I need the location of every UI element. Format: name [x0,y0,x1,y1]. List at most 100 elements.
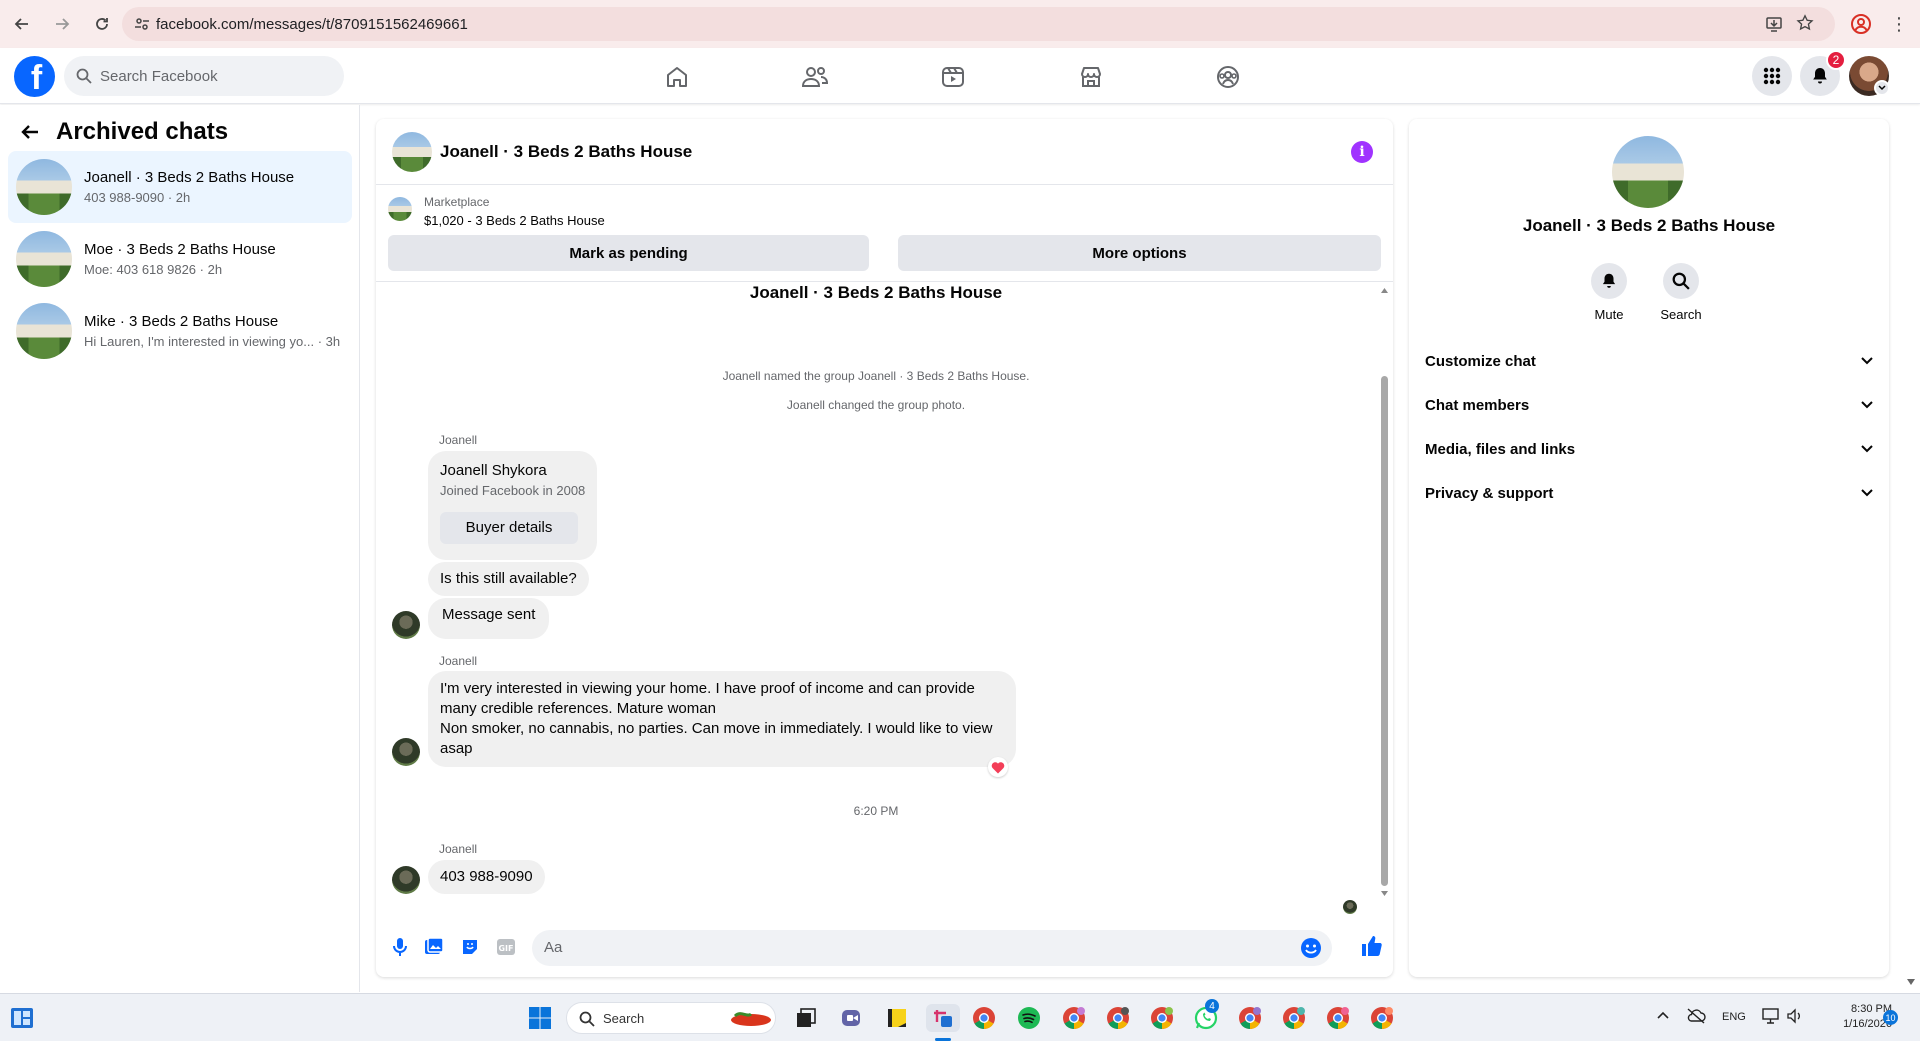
group-avatar[interactable] [1612,136,1684,208]
teams-icon[interactable] [838,1004,866,1032]
chrome-profile-icon[interactable] [1324,1004,1352,1032]
chrome-icon[interactable] [970,1004,998,1032]
message-bubble: Message sent [428,598,550,639]
customize-chat-section[interactable]: Customize chat [1425,343,1873,379]
profile-icon[interactable] [1850,13,1872,35]
section-label: Media, files and links [1425,440,1576,458]
section-label: Privacy & support [1425,484,1554,502]
conversation-title[interactable]: Joanell · 3 Beds 2 Baths House [440,142,692,162]
cloud-offline-icon[interactable] [1686,1008,1706,1024]
marketplace-label: Marketplace [424,195,490,209]
network-icon[interactable] [1762,1007,1782,1025]
groups-icon[interactable] [1213,62,1243,92]
message-bubble: 403 988-9090 [428,860,545,894]
chrome-profile-icon[interactable] [1236,1004,1264,1032]
chrome-profile-icon[interactable] [1104,1004,1132,1032]
search-placeholder: Search Facebook [100,67,218,85]
microphone-icon[interactable] [392,937,408,957]
task-view-icon[interactable] [792,1004,820,1032]
media-files-links-section[interactable]: Media, files and links [1425,431,1873,467]
message-line: I'm very interested in viewing your home… [440,680,975,697]
message-input[interactable]: Aa [532,930,1332,966]
mark-as-pending-button[interactable]: Mark as pending [388,235,869,271]
listing-title[interactable]: $1,020 - 3 Beds 2 Baths House [424,213,605,228]
marketplace-icon[interactable] [1076,62,1106,92]
thread-title: Joanell · 3 Beds 2 Baths House [749,283,1003,302]
notification-badge: 2 [1826,50,1846,70]
site-info-icon[interactable] [134,16,150,32]
chrome-profile-icon[interactable] [1148,1004,1176,1032]
back-arrow-icon[interactable] [20,122,40,142]
chevron-up-icon[interactable] [1656,1010,1670,1020]
more-options-button[interactable]: More options [898,235,1381,271]
buyer-joined: Joined Facebook in 2008 [440,483,586,498]
chat-members-section[interactable]: Chat members [1425,387,1873,423]
taskbar-search-label: Search [603,1011,645,1026]
home-icon[interactable] [662,62,692,92]
language-indicator[interactable]: ENG [1722,1011,1746,1023]
sender-avatar[interactable] [392,738,420,766]
bell-icon [1813,68,1827,84]
chat-preview: Moe: 403 618 9826 · 2h [84,262,223,277]
widgets-icon[interactable] [8,1004,36,1032]
chat-avatar [16,303,72,359]
chrome-profile-icon[interactable] [1368,1004,1396,1032]
chat-item-mike[interactable]: Mike · 3 Beds 2 Baths House Hi Lauren, I… [8,295,352,367]
friends-icon[interactable] [800,62,830,92]
chat-item-joanell[interactable]: Joanell · 3 Beds 2 Baths House 403 988-9… [8,151,352,223]
chevron-down-icon[interactable] [1874,80,1890,96]
thumbs-up-icon[interactable] [1359,934,1383,958]
sender-name: Joanell [439,654,478,668]
windows-start-icon[interactable] [526,1004,554,1032]
search-label: Search [1660,307,1702,322]
chrome-profile-icon[interactable] [1060,1004,1088,1032]
taskbar-search[interactable]: Search [566,1002,776,1034]
sender-avatar[interactable] [392,611,420,639]
menu-grid-icon[interactable] [1752,56,1792,96]
sender-avatar[interactable] [392,866,420,894]
system-message: Joanell changed the group photo. [786,398,966,412]
photo-icon[interactable] [424,937,444,957]
mute-button[interactable] [1591,263,1627,299]
notification-center-badge[interactable]: 10 [1883,1010,1898,1025]
group-name: Joanell · 3 Beds 2 Baths House [1522,216,1776,235]
address-bar[interactable]: facebook.com/messages/t/8709151562469661 [122,7,1835,41]
page-scroll-down-icon[interactable] [1906,978,1916,986]
facebook-search-input[interactable]: Search Facebook [64,56,344,96]
privacy-support-section[interactable]: Privacy & support [1425,475,1873,511]
chat-item-moe[interactable]: Moe · 3 Beds 2 Baths House Moe: 403 618 … [8,223,352,295]
clock-date: 1/16/2026 [1843,1018,1892,1030]
scrollbar[interactable] [1380,283,1389,903]
chat-name: Moe · 3 Beds 2 Baths House [84,241,276,258]
clock[interactable]: 8:30 PM 1/16/2026 [1812,1002,1892,1032]
search-highlight-icon [729,1008,773,1030]
install-app-icon[interactable] [1765,15,1783,33]
back-icon[interactable] [8,10,36,38]
sticky-notes-icon[interactable] [883,1004,911,1032]
forward-icon[interactable] [48,10,76,38]
search-in-chat-button[interactable] [1663,263,1699,299]
video-icon[interactable] [938,62,968,92]
info-icon[interactable]: i [1351,141,1373,163]
emoji-icon[interactable] [1300,937,1322,959]
bookmark-star-icon[interactable] [1796,14,1814,32]
spotify-icon[interactable] [1015,1004,1043,1032]
windows-taskbar: Search 4 ENG 8:30 PM 1/16/2026 10 [0,993,1920,1041]
gif-icon[interactable]: GIF [496,938,516,956]
buyer-details-button[interactable]: Buyer details [440,512,578,544]
heart-reaction-icon[interactable] [988,757,1008,777]
archived-chats-panel: Archived chats Joanell · 3 Beds 2 Baths … [0,105,360,992]
sender-name: Joanell [439,433,478,447]
snipping-tool-icon[interactable] [926,1004,960,1032]
browser-menu-icon[interactable]: ⋮ [1890,14,1908,35]
conversation-avatar[interactable] [392,132,432,172]
volume-icon[interactable] [1786,1008,1804,1024]
facebook-logo[interactable]: f [14,56,55,97]
bell-icon [1602,273,1616,288]
sticker-icon[interactable] [460,937,480,957]
reload-icon[interactable] [88,10,116,38]
mute-label: Mute [1594,307,1624,322]
chevron-down-icon [1861,489,1873,497]
chrome-profile-icon[interactable] [1280,1004,1308,1032]
timestamp: 6:20 PM [853,804,899,818]
